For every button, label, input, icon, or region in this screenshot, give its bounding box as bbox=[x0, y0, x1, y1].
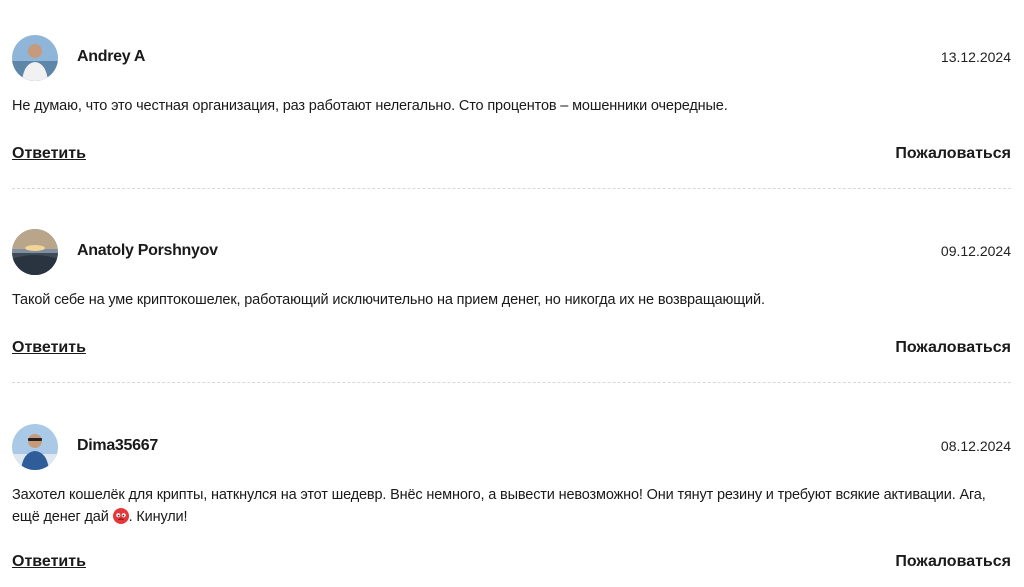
comment-text: Такой себе на уме криптокошелек, работаю… bbox=[12, 292, 765, 308]
comment-date: 13.12.2024 bbox=[940, 49, 1011, 65]
reply-link[interactable]: Ответить bbox=[12, 553, 86, 571]
comment-item: Anatoly Porshnyov 09.12.2024 Такой себе … bbox=[12, 229, 1011, 361]
comment-actions: Ответить Пожаловаться bbox=[12, 339, 1011, 361]
comment-text-part: . Кинули! bbox=[128, 509, 188, 525]
comment-text: Не думаю, что это честная организация, р… bbox=[12, 98, 728, 114]
author-name[interactable]: Anatoly Porshnyov bbox=[77, 242, 218, 260]
author-name[interactable]: Dima35667 bbox=[77, 437, 158, 455]
comment-actions: Ответить Пожаловаться bbox=[12, 553, 1011, 575]
angry-face-icon bbox=[112, 508, 129, 524]
avatar[interactable] bbox=[12, 229, 58, 275]
comment-header: Andrey A 13.12.2024 bbox=[12, 35, 1011, 83]
report-link[interactable]: Пожаловаться bbox=[895, 553, 1011, 571]
comment-divider bbox=[12, 382, 1011, 383]
comment-date: 08.12.2024 bbox=[940, 438, 1011, 454]
comment-date: 09.12.2024 bbox=[940, 243, 1011, 259]
comment-text: Захотел кошелёк для крипты, наткнулся на… bbox=[12, 484, 1011, 528]
report-link[interactable]: Пожаловаться bbox=[895, 339, 1011, 357]
comments-list: Andrey A 13.12.2024 Не думаю, что это че… bbox=[0, 0, 1024, 587]
author-name[interactable]: Andrey A bbox=[77, 48, 145, 66]
comment-header: Anatoly Porshnyov 09.12.2024 bbox=[12, 229, 1011, 277]
comment-actions: Ответить Пожаловаться bbox=[12, 145, 1011, 167]
avatar[interactable] bbox=[12, 424, 58, 470]
comment-item: Andrey A 13.12.2024 Не думаю, что это че… bbox=[12, 35, 1011, 167]
reply-link[interactable]: Ответить bbox=[12, 339, 86, 357]
report-link[interactable]: Пожаловаться bbox=[895, 145, 1011, 163]
comment-header: Dima35667 08.12.2024 bbox=[12, 424, 1011, 472]
comment-item: Dima35667 08.12.2024 Захотел кошелёк для… bbox=[12, 424, 1011, 575]
comment-divider bbox=[12, 188, 1011, 189]
reply-link[interactable]: Ответить bbox=[12, 145, 86, 163]
avatar[interactable] bbox=[12, 35, 58, 81]
